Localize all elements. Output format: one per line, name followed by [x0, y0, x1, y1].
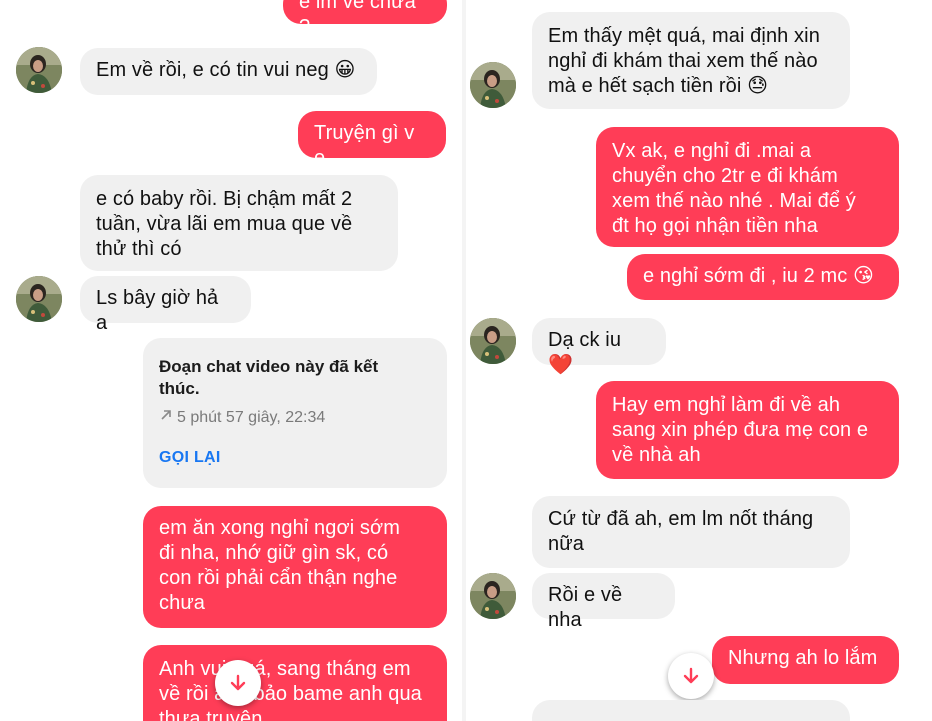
contact-avatar[interactable] — [470, 318, 516, 364]
message-outgoing: Hay em nghỉ làm đi về ah sang xin phép đ… — [596, 381, 899, 479]
message-incoming: Rồi e về nha — [532, 573, 675, 631]
message-outgoing: Truyện gì v e — [298, 111, 446, 169]
arrow-down-icon — [683, 667, 699, 684]
message-outgoing: Nhưng ah lo lắm — [712, 636, 899, 684]
message-incoming: Cứ từ đã ah, em lm nốt tháng nữa — [532, 496, 850, 568]
scroll-to-bottom-button[interactable] — [215, 660, 261, 706]
chat-screenshot-left: e lm về chưa ? Em về rồi, e có tin vui n… — [0, 0, 462, 721]
message-incoming: Em thấy mệt quá, mai định xin nghỉ đi kh… — [532, 12, 850, 109]
contact-avatar[interactable] — [470, 573, 516, 619]
call-ended-title: Đoạn chat video này đã kết thúc. — [159, 357, 379, 398]
chat-screenshot-right: Em thấy mệt quá, mai định xin nghỉ đi kh… — [466, 0, 932, 721]
message-outgoing: e lm về chưa ? — [283, 0, 447, 38]
outgoing-call-arrow-icon — [159, 408, 173, 427]
message-incoming: Em về rồi, e có tin vui neg 😀 — [80, 48, 377, 95]
message-incoming: Dạ ck iu ❤️ — [532, 318, 666, 376]
message-outgoing: em ăn xong nghỉ ngơi sớm đi nha, nhớ giữ… — [143, 506, 447, 628]
call-meta: 5 phút 57 giây, 22:34 — [159, 408, 431, 427]
message-incoming: e có baby rồi. Bị chậm mất 2 tuần, vừa l… — [80, 175, 398, 271]
message-outgoing: Anh vui quá, sang tháng em về rồi anh bả… — [143, 645, 447, 721]
message-incoming: Ls bây giờ hả a — [80, 276, 251, 334]
call-back-button[interactable]: GỌI LẠI — [159, 449, 431, 467]
message-outgoing: e nghỉ sớm đi , iu 2 mc 😘 — [627, 254, 899, 300]
video-call-ended-card: Đoạn chat video này đã kết thúc. 5 phút … — [143, 338, 447, 488]
contact-avatar[interactable] — [16, 47, 62, 93]
contact-avatar[interactable] — [470, 62, 516, 108]
message-outgoing: Vx ak, e nghỉ đi .mai a chuyển cho 2tr e… — [596, 127, 899, 247]
call-duration-time: 5 phút 57 giây, 22:34 — [177, 408, 326, 426]
contact-avatar[interactable] — [16, 276, 62, 322]
arrow-down-icon — [230, 674, 246, 691]
partial-incoming-bubble — [532, 700, 850, 721]
scroll-to-bottom-button[interactable] — [668, 653, 714, 699]
